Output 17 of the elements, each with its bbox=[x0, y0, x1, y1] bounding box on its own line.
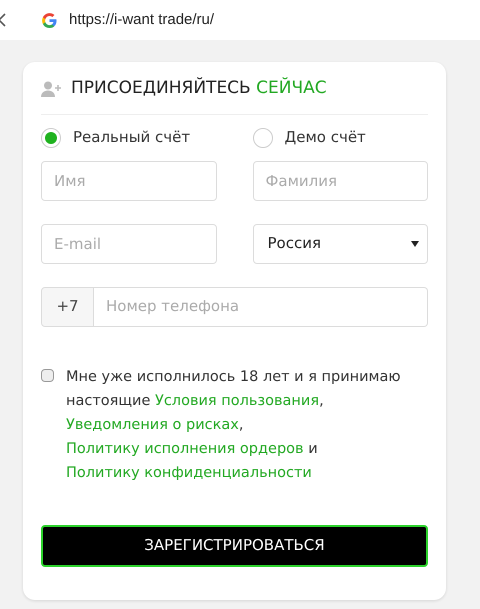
address-url[interactable]: https://i-want trade/ru/ bbox=[69, 8, 214, 32]
last-name-field[interactable]: Фамилия bbox=[252, 160, 428, 200]
google-logo-icon bbox=[42, 12, 57, 28]
account-type-radio[interactable]: Демо счёт bbox=[252, 124, 428, 150]
back-icon[interactable] bbox=[0, 13, 6, 27]
country-select[interactable]: Россия bbox=[252, 224, 428, 264]
caret-icon bbox=[411, 240, 419, 246]
agreement-checkbox[interactable] bbox=[41, 368, 54, 382]
phone-prefix: +7 bbox=[41, 286, 94, 326]
phone-field[interactable]: Номер телефона bbox=[94, 286, 428, 326]
first-name-field[interactable]: Имя bbox=[41, 160, 216, 200]
add-user-icon bbox=[41, 80, 63, 97]
register-button[interactable]: ЗАРЕГИСТРИРОВАТЬСЯ bbox=[41, 524, 428, 566]
form-title: ПРИСОЕДИНЯЙТЕСЬ СЕЙЧАС bbox=[71, 76, 327, 100]
agreement-text: Мне уже исполнилось 18 лет и я принимаю настоящие Условия пользования, Уведомления о рисках, Политику исполнения ордеров и Политику конфиденциальности bbox=[66, 368, 402, 482]
account-type-radio[interactable]: Реальный счёт bbox=[41, 124, 216, 150]
email-field[interactable]: E-mail bbox=[41, 224, 216, 264]
